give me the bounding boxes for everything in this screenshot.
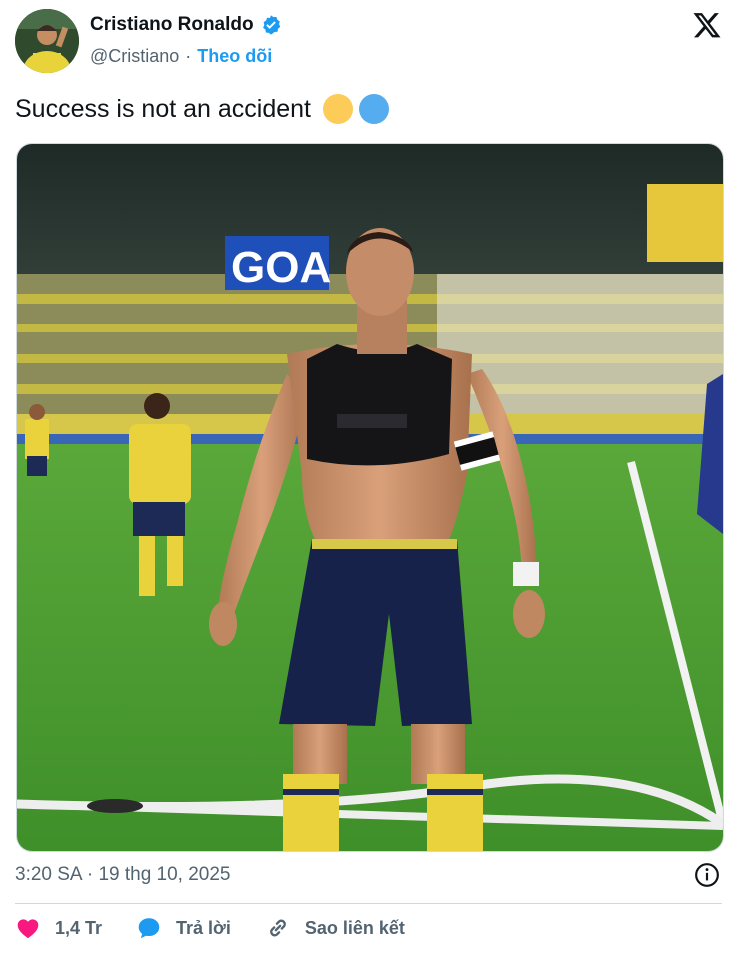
photo-image: GOA [17, 144, 723, 851]
blue-circle-icon [359, 94, 389, 124]
avatar-image [15, 9, 79, 73]
copy-link-button[interactable]: Sao liên kết [265, 915, 405, 941]
display-name[interactable]: Cristiano Ronaldo [90, 14, 254, 36]
handle-separator: · [185, 46, 192, 66]
info-icon[interactable] [694, 862, 720, 888]
like-button[interactable]: 1,4 Tr [15, 915, 102, 941]
tweet-header: Cristiano Ronaldo @Cristiano · Theo dõi [0, 0, 740, 80]
copy-link-label: Sao liên kết [304, 917, 405, 938]
reply-label: Trả lời [176, 917, 231, 938]
yellow-circle-icon [323, 94, 353, 124]
tweet-timestamp[interactable]: 3:20 SA · 19 thg 10, 2025 [15, 864, 231, 886]
divider [15, 903, 722, 904]
user-handle[interactable]: @Cristiano [90, 46, 179, 67]
verified-badge-icon [262, 15, 280, 35]
tweet-photo[interactable]: GOA [16, 143, 724, 852]
heart-icon [17, 919, 39, 939]
tweet-text: Success is not an accident [15, 94, 389, 124]
reply-bubble-icon [138, 918, 160, 939]
action-bar: 1,4 Tr Trả lời Sao liên kết [15, 915, 439, 941]
scoreboard-text: GOA [231, 243, 331, 292]
link-icon [269, 919, 286, 937]
reply-button[interactable]: Trả lời [136, 915, 231, 941]
like-count: 1,4 Tr [55, 917, 103, 938]
x-logo-icon[interactable] [692, 10, 722, 40]
tweet-body: Success is not an accident [15, 94, 311, 123]
avatar[interactable] [15, 9, 79, 73]
follow-button[interactable]: Theo dõi [197, 46, 272, 67]
